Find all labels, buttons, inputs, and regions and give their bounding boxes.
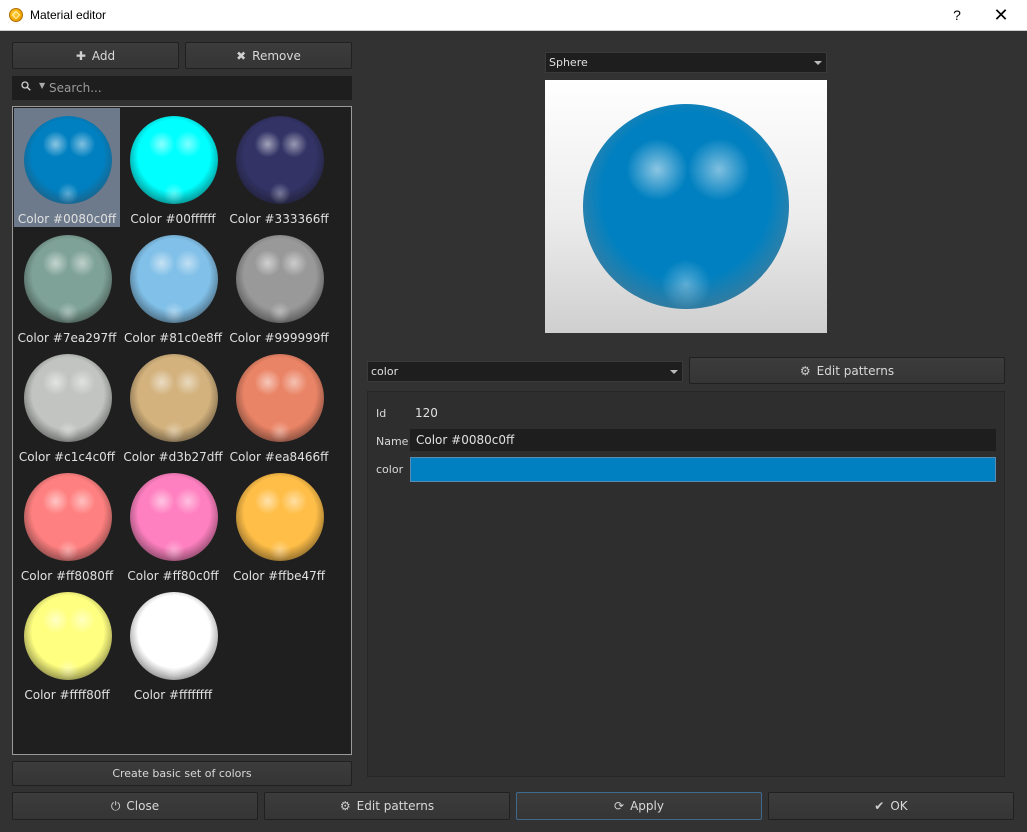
close-button[interactable]: ⏻ Close xyxy=(12,792,258,820)
title-bar: Material editor ? ✕ xyxy=(0,0,1027,31)
material-tile[interactable]: Color #ea8466ff xyxy=(226,346,332,465)
material-label: Color #ffff80ff xyxy=(24,688,110,702)
edit-patterns-button-label: Edit patterns xyxy=(356,799,435,813)
material-label: Color #ff8080ff xyxy=(20,569,114,583)
edit-patterns-top-button[interactable]: ⚙ Edit patterns xyxy=(689,357,1005,384)
material-label: Color #ff80c0ff xyxy=(127,569,219,583)
material-sphere xyxy=(130,235,218,323)
refresh-icon: ⟳ xyxy=(614,799,625,813)
material-sphere xyxy=(24,116,112,204)
material-label: Color #c1c4c0ff xyxy=(18,450,116,464)
gear-icon: ⚙ xyxy=(339,799,351,813)
material-sphere xyxy=(24,473,112,561)
edit-patterns-button[interactable]: ⚙ Edit patterns xyxy=(264,792,510,820)
material-label: Color #ffbe47ff xyxy=(232,569,325,583)
apply-button[interactable]: ⟳ Apply xyxy=(516,792,762,820)
material-sphere xyxy=(130,116,218,204)
material-sphere xyxy=(24,592,112,680)
material-label: Color #ffffffff xyxy=(133,688,213,702)
chevron-down-icon xyxy=(670,370,678,374)
material-tile[interactable]: Color #00ffffff xyxy=(120,108,226,227)
remove-x-icon: ✖ xyxy=(236,48,247,63)
material-tile[interactable]: Color #ffbe47ff xyxy=(226,465,332,584)
material-sphere xyxy=(24,354,112,442)
id-value: 120 xyxy=(415,406,438,420)
shape-select[interactable]: Sphere xyxy=(545,52,827,73)
material-tile[interactable]: Color #ff8080ff xyxy=(14,465,120,584)
material-tile[interactable]: Color #333366ff xyxy=(226,108,332,227)
search-input[interactable] xyxy=(49,79,339,97)
app-logo-icon xyxy=(9,8,23,22)
search-options-caret-icon[interactable]: ▼ xyxy=(39,81,45,90)
material-label: Color #ea8466ff xyxy=(229,450,329,464)
material-label: Color #999999ff xyxy=(229,331,329,345)
name-field[interactable]: Color #0080c0ff xyxy=(410,429,996,451)
gear-icon: ⚙ xyxy=(799,363,811,378)
close-window-button[interactable]: ✕ xyxy=(978,0,1024,30)
material-label: Color #81c0e8ff xyxy=(124,331,222,345)
add-button-label: Add xyxy=(91,48,116,63)
preview-sphere xyxy=(583,104,789,309)
material-tile[interactable]: Color #ffff80ff xyxy=(14,584,120,703)
edit-patterns-top-label: Edit patterns xyxy=(816,363,895,378)
material-sphere xyxy=(130,473,218,561)
material-tile[interactable]: Color #d3b27dff xyxy=(120,346,226,465)
remove-button-label: Remove xyxy=(252,48,301,63)
window-title: Material editor xyxy=(30,8,107,22)
material-sphere xyxy=(130,592,218,680)
close-button-label: Close xyxy=(126,799,160,813)
ok-button-label: OK xyxy=(890,799,908,813)
ok-button[interactable]: ✔ OK xyxy=(768,792,1014,820)
plus-icon: ✚ xyxy=(75,48,86,63)
pattern-select[interactable]: color xyxy=(367,361,683,382)
material-tile[interactable]: Color #7ea297ff xyxy=(14,227,120,346)
material-sphere xyxy=(236,235,324,323)
material-label: Color #333366ff xyxy=(229,212,329,226)
material-tile[interactable]: Color #0080c0ff xyxy=(14,108,120,227)
material-label: Color #d3b27dff xyxy=(123,450,223,464)
material-label: Color #7ea297ff xyxy=(17,331,117,345)
material-preview xyxy=(545,80,827,333)
name-label: Name xyxy=(376,435,409,448)
create-basic-colors-button[interactable]: Create basic set of colors xyxy=(12,761,352,786)
material-tile[interactable]: Color #81c0e8ff xyxy=(120,227,226,346)
material-label: Color #00ffffff xyxy=(130,212,216,226)
material-sphere xyxy=(24,235,112,323)
material-sphere xyxy=(236,116,324,204)
color-label: color xyxy=(376,463,404,476)
material-sphere xyxy=(236,354,324,442)
pattern-select-value: color xyxy=(371,365,399,378)
chevron-down-icon xyxy=(814,61,822,65)
id-label: Id xyxy=(376,407,387,420)
remove-button[interactable]: ✖ Remove xyxy=(185,42,352,69)
shape-select-value: Sphere xyxy=(549,56,588,69)
create-basic-colors-label: Create basic set of colors xyxy=(112,767,252,780)
material-tile[interactable]: Color #ff80c0ff xyxy=(120,465,226,584)
material-sphere xyxy=(130,354,218,442)
color-swatch[interactable] xyxy=(410,457,996,482)
power-icon: ⏻ xyxy=(110,798,121,813)
search-box: ▼ xyxy=(12,76,352,100)
add-button[interactable]: ✚ Add xyxy=(12,42,179,69)
material-tile[interactable]: Color #ffffffff xyxy=(120,584,226,703)
material-sphere xyxy=(236,473,324,561)
material-tile[interactable]: Color #c1c4c0ff xyxy=(14,346,120,465)
checkmark-icon: ✔ xyxy=(874,799,885,813)
properties-panel: Id 120 Name Color #0080c0ff color xyxy=(367,391,1005,777)
help-button[interactable]: ? xyxy=(934,0,980,30)
material-label: Color #0080c0ff xyxy=(17,212,117,226)
material-tile[interactable]: Color #999999ff xyxy=(226,227,332,346)
search-icon[interactable] xyxy=(21,81,31,91)
material-grid: Color #0080c0ff Color #00ffffff Color #333… xyxy=(12,106,352,755)
apply-button-label: Apply xyxy=(630,799,664,813)
